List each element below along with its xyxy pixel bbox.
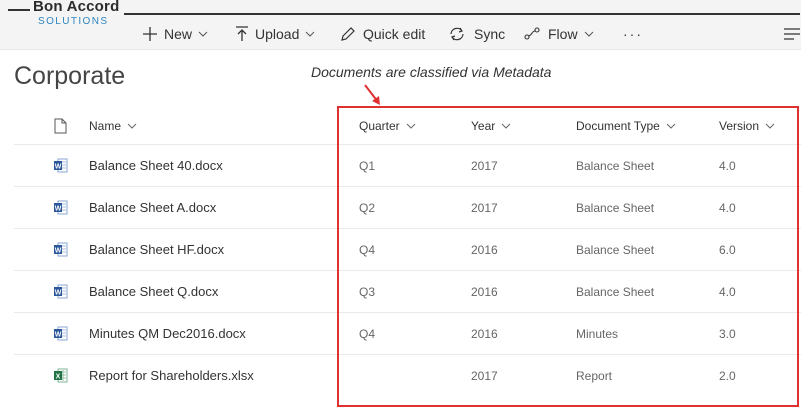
document-type-cell: Balance Sheet [576, 200, 655, 215]
column-header-row: Name Quarter Year Document Type Version [14, 108, 801, 144]
flow-icon [524, 27, 540, 40]
version-cell: 2.0 [719, 368, 736, 383]
version-cell: 6.0 [719, 242, 736, 257]
year-cell: 2016 [471, 284, 498, 299]
command-bar: Bon Accord SOLUTIONS New Upload Quick ed… [0, 0, 801, 50]
column-header-year-label: Year [471, 119, 496, 133]
document-type-cell: Balance Sheet [576, 242, 655, 257]
annotation-arrow-icon [364, 84, 380, 105]
column-header-name-label: Name [89, 119, 122, 133]
upload-icon [236, 26, 248, 41]
file-name[interactable]: Minutes QM Dec2016.docx [89, 313, 246, 354]
more-button[interactable]: ··· [623, 22, 643, 46]
chevron-down-icon [306, 31, 315, 37]
version-cell: 4.0 [719, 284, 736, 299]
file-name[interactable]: Balance Sheet A.docx [89, 187, 216, 228]
quarter-cell: Q4 [359, 242, 376, 257]
year-cell: 2016 [471, 242, 498, 257]
quarter-cell: Q3 [359, 284, 376, 299]
table-row[interactable]: W Balance Sheet Q.docx Q3 2016 Balance S… [14, 270, 801, 312]
word-doc-icon: W [54, 145, 74, 186]
column-header-version-label: Version [719, 119, 760, 133]
chevron-down-icon [765, 123, 775, 129]
version-cell: 3.0 [719, 326, 736, 341]
header-rule [124, 13, 800, 15]
svg-text:W: W [55, 290, 62, 297]
file-name[interactable]: Report for Shareholders.xlsx [89, 355, 254, 396]
column-header-document-type[interactable]: Document Type [576, 108, 676, 144]
svg-text:W: W [55, 206, 62, 213]
upload-label: Upload [255, 26, 300, 42]
sync-icon [450, 27, 464, 41]
table-row[interactable]: W Balance Sheet A.docx Q2 2017 Balance S… [14, 186, 801, 228]
column-header-name[interactable]: Name [89, 108, 137, 144]
logo-subtitle: SOLUTIONS [38, 16, 109, 27]
file-name[interactable]: Balance Sheet Q.docx [89, 271, 218, 312]
page-title: Corporate [14, 62, 126, 90]
chevron-down-icon [584, 31, 593, 37]
year-cell: 2017 [471, 368, 498, 383]
upload-button[interactable]: Upload [235, 22, 315, 46]
year-cell: 2017 [471, 200, 498, 215]
chevron-down-icon [406, 123, 416, 129]
logo-rule [8, 9, 30, 11]
chevron-down-icon [666, 123, 676, 129]
new-button[interactable]: New [142, 22, 208, 46]
word-doc-icon: W [54, 229, 74, 270]
file-name[interactable]: Balance Sheet HF.docx [89, 229, 224, 270]
view-options-icon [784, 28, 800, 40]
table-row[interactable]: W Balance Sheet HF.docx Q4 2016 Balance … [14, 228, 801, 270]
word-doc-icon: W [54, 313, 74, 354]
column-header-quarter[interactable]: Quarter [359, 108, 416, 144]
flow-button[interactable]: Flow [524, 22, 594, 46]
document-icon [54, 118, 67, 134]
annotation-text: Documents are classified via Metadata [311, 64, 552, 80]
word-doc-icon: W [54, 187, 74, 228]
column-header-document-type-label: Document Type [576, 119, 660, 133]
table-row[interactable]: W Minutes QM Dec2016.docx Q4 2016 Minute… [14, 312, 801, 354]
company-logo: Bon Accord SOLUTIONS [8, 0, 130, 36]
chevron-down-icon [127, 123, 137, 129]
table-row[interactable]: X Report for Shareholders.xlsx 2017 Repo… [14, 354, 801, 396]
document-type-cell: Balance Sheet [576, 158, 655, 173]
sync-button[interactable]: Sync [448, 22, 505, 46]
quarter-cell: Q4 [359, 326, 376, 341]
version-cell: 4.0 [719, 158, 736, 173]
year-cell: 2017 [471, 158, 498, 173]
new-label: New [164, 26, 193, 42]
table-row[interactable]: W Balance Sheet 40.docx Q1 2017 Balance … [14, 144, 801, 186]
pencil-icon [341, 26, 355, 41]
year-cell: 2016 [471, 326, 498, 341]
column-header-year[interactable]: Year [471, 108, 511, 144]
flow-label: Flow [548, 26, 578, 42]
chevron-down-icon [501, 123, 511, 129]
logo-title: Bon Accord [33, 0, 120, 15]
svg-text:W: W [55, 164, 62, 171]
file-name[interactable]: Balance Sheet 40.docx [89, 145, 223, 186]
excel-doc-icon: X [54, 355, 74, 396]
word-doc-icon: W [54, 271, 74, 312]
plus-icon [143, 27, 157, 41]
chevron-down-icon [198, 31, 208, 37]
view-options-button[interactable] [784, 22, 800, 46]
column-header-quarter-label: Quarter [359, 119, 400, 133]
quick-edit-label: Quick edit [363, 26, 426, 42]
quarter-cell: Q2 [359, 200, 376, 215]
document-type-cell: Minutes [576, 326, 619, 341]
quarter-cell: Q1 [359, 158, 376, 173]
document-type-cell: Report [576, 368, 613, 383]
svg-text:W: W [55, 332, 62, 339]
quick-edit-button[interactable]: Quick edit [340, 22, 425, 46]
column-header-version[interactable]: Version [719, 108, 775, 144]
sync-label: Sync [474, 26, 506, 42]
svg-text:W: W [55, 248, 62, 255]
version-cell: 4.0 [719, 200, 736, 215]
file-type-header[interactable] [54, 108, 74, 144]
document-type-cell: Balance Sheet [576, 284, 655, 299]
svg-text:X: X [56, 374, 61, 381]
